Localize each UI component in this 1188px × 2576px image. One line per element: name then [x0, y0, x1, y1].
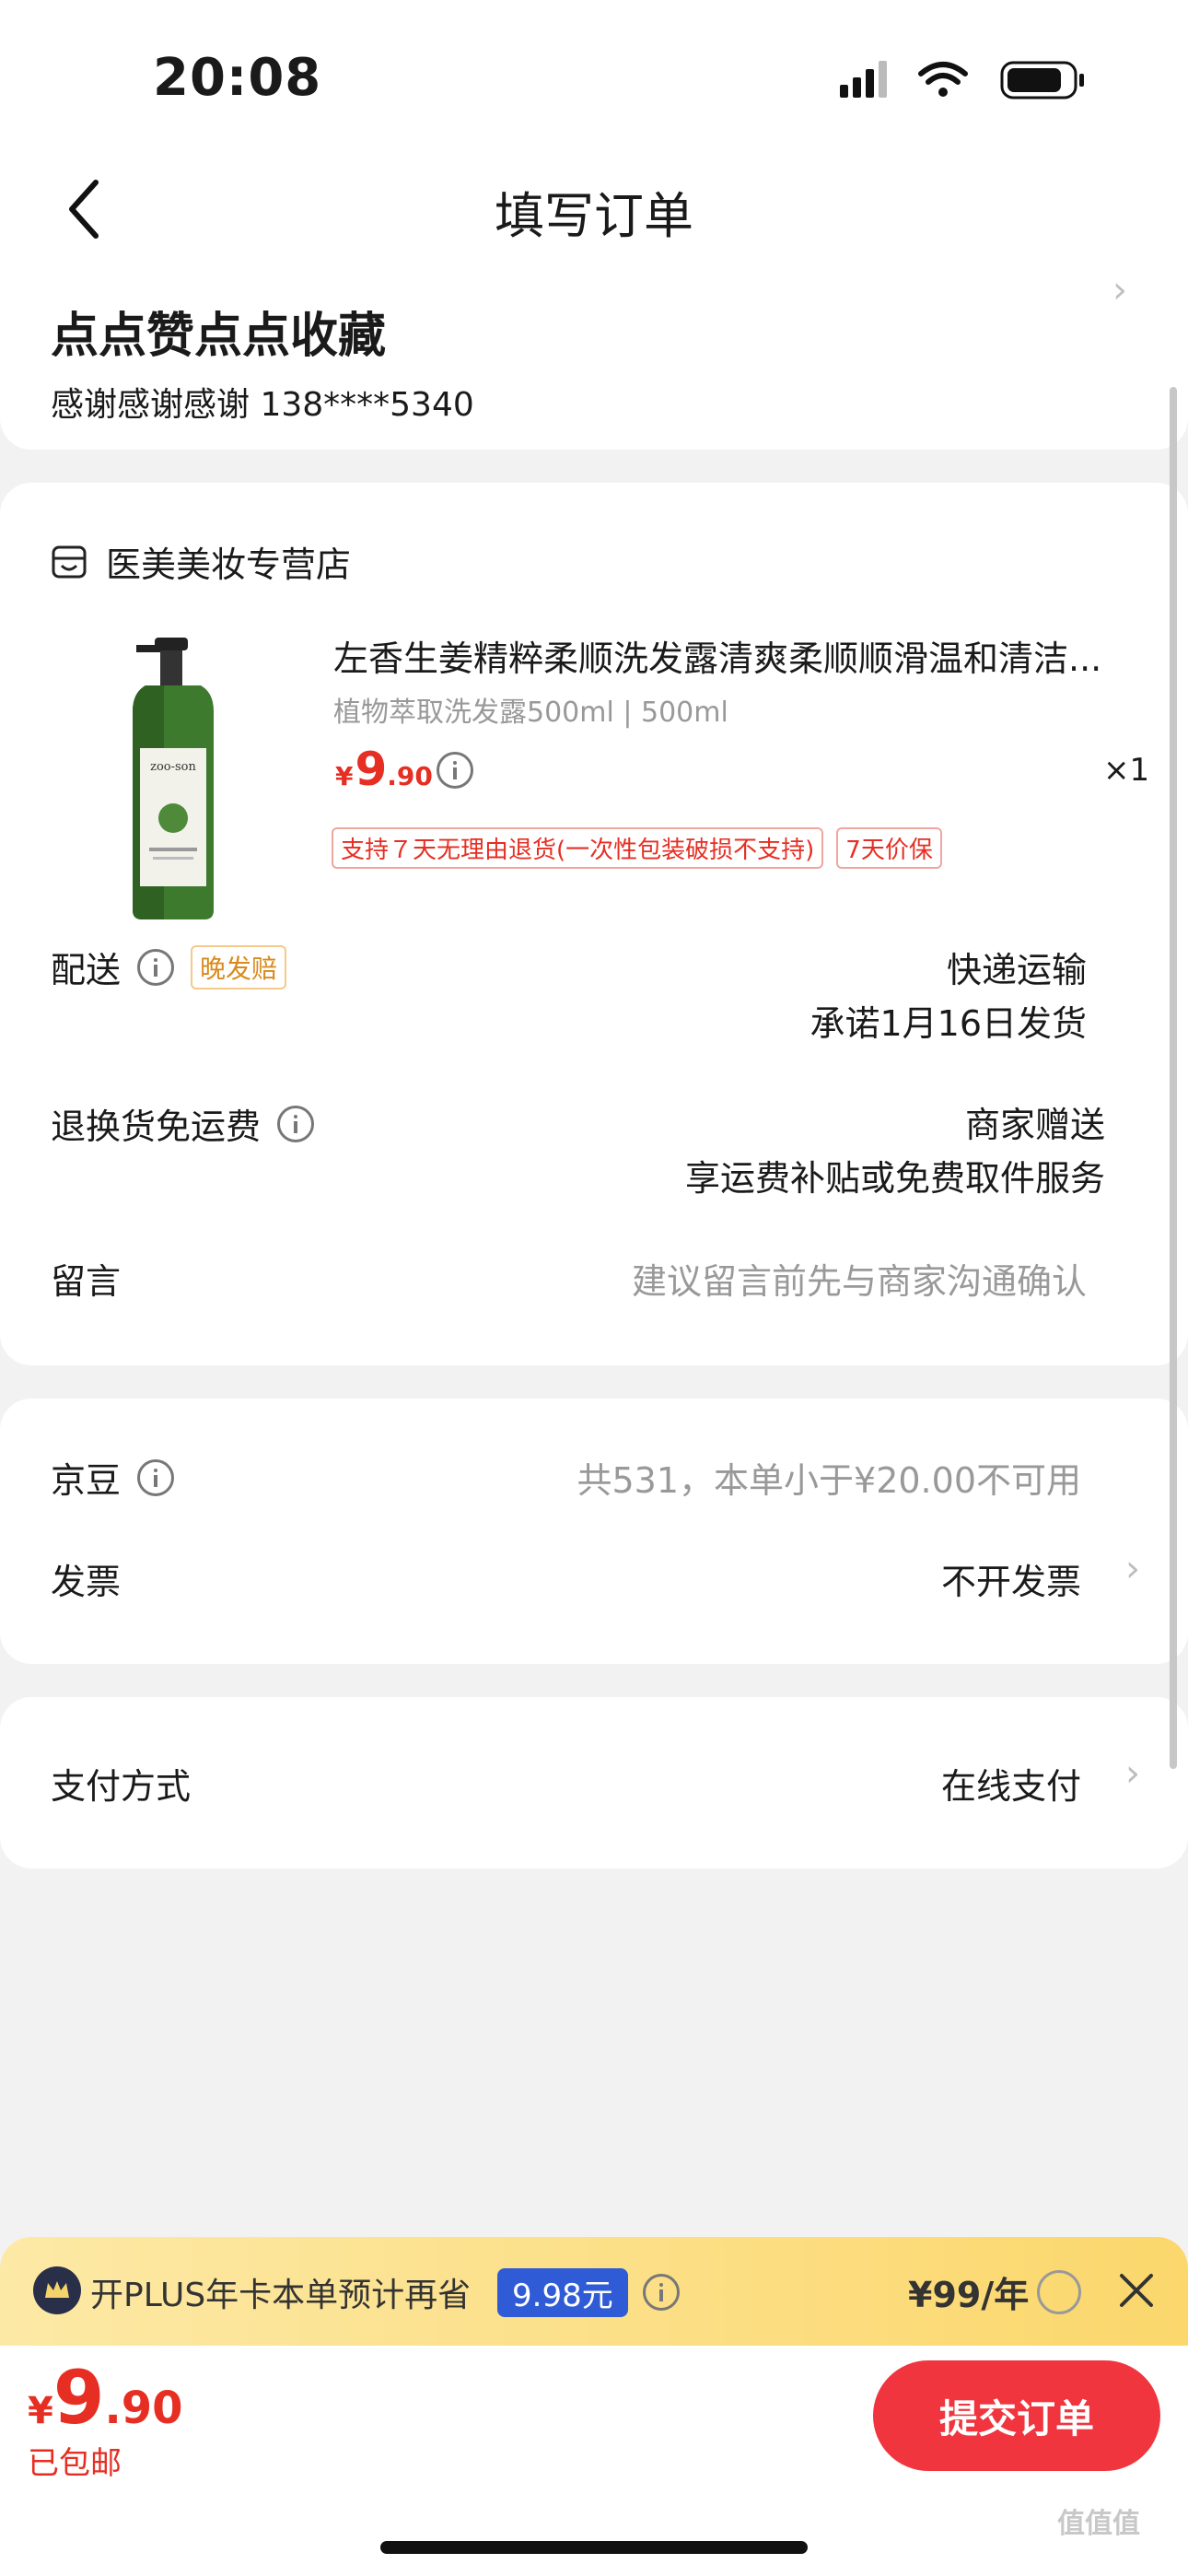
- shop-icon: [52, 545, 87, 578]
- chevron-right-icon: ›: [1112, 269, 1127, 311]
- price-protection-tag: 7天价保: [836, 827, 942, 869]
- return-shipping-detail: 享运费补贴或免费取件服务: [684, 1158, 1105, 1199]
- page-title: 填写订单: [495, 187, 693, 245]
- total-decimal: .90: [104, 2383, 183, 2434]
- shop-name: 医美美妆专营店: [106, 544, 352, 585]
- message-label: 留言: [51, 1261, 122, 1302]
- plus-select-radio[interactable]: [1037, 2270, 1081, 2314]
- product-price: ¥ 9 .90: [335, 743, 433, 796]
- total-integer: 9: [52, 2355, 105, 2441]
- address-contact: 感谢感谢感谢 138****5340: [51, 386, 474, 424]
- return-shipping-label: 退换货免运费: [51, 1107, 262, 1147]
- return-shipping-info-icon[interactable]: [277, 1105, 315, 1142]
- service-tags: 支持７天无理由退货(一次性包装破损不支持) 7天价保: [332, 827, 942, 869]
- plus-promo-bar[interactable]: 开PLUS年卡本单预计再省 9.98元 ¥99/年: [0, 2237, 1188, 2346]
- delivery-row: 配送 晚发赔: [51, 942, 287, 992]
- beans-info-icon[interactable]: [137, 1458, 175, 1496]
- checkout-bar: ¥ 9 .90 已包邮 提交订单: [0, 2346, 1188, 2576]
- product-image[interactable]: zoo-son: [118, 638, 238, 923]
- watermark: 值值值: [1057, 2508, 1140, 2540]
- beans-row: 京豆: [51, 1452, 175, 1503]
- status-icons: [840, 61, 1084, 100]
- address-name: 点点赞点点收藏: [51, 309, 387, 364]
- scrollbar[interactable]: [1170, 387, 1177, 1769]
- close-icon[interactable]: [1114, 2268, 1159, 2313]
- invoice-value[interactable]: 不开发票: [941, 1553, 1081, 1604]
- status-time: 20:08: [153, 48, 322, 108]
- price-integer: 9: [355, 743, 388, 796]
- shop-header[interactable]: 医美美妆专营店: [51, 536, 351, 587]
- price-decimal: .90: [387, 761, 433, 791]
- beans-invoice-card: 京豆 共531，本单小于¥20.00不可用 发票 不开发票 ›: [0, 1399, 1188, 1664]
- total-symbol: ¥: [28, 2390, 53, 2432]
- chevron-right-icon: ›: [1125, 1752, 1140, 1795]
- return-shipping-row: 退换货免运费: [51, 1098, 315, 1149]
- home-indicator[interactable]: [380, 2541, 808, 2554]
- delivery-method: 快递运输: [946, 950, 1087, 990]
- plus-save-badge: 9.98元: [497, 2268, 628, 2317]
- return-policy-tag: 支持７天无理由退货(一次性包装破损不支持): [332, 827, 824, 869]
- plus-promo-text: 开PLUS年卡本单预计再省: [90, 2277, 472, 2314]
- plus-logo-icon: [33, 2266, 81, 2314]
- price-symbol: ¥: [335, 761, 354, 791]
- total-price: ¥ 9 .90: [28, 2355, 183, 2441]
- late-compensation-tag: 晚发赔: [191, 944, 287, 989]
- product-quantity: ×1: [1103, 752, 1150, 789]
- delivery-info-icon[interactable]: [137, 948, 175, 986]
- beans-value: 共531，本单小于¥20.00不可用: [577, 1460, 1082, 1501]
- svg-text:zoo-son: zoo-son: [150, 760, 196, 774]
- product-title[interactable]: 左香生姜精粹柔顺洗发露清爽柔顺顺滑温和清洁...: [333, 630, 1144, 681]
- delivery-label: 配送: [51, 950, 122, 990]
- delivery-promise: 承诺1月16日发货: [809, 1003, 1087, 1044]
- payment-card[interactable]: 支付方式 在线支付 ›: [0, 1697, 1188, 1868]
- chevron-right-icon[interactable]: ›: [1125, 1548, 1140, 1590]
- shop-card: 医美美妆专营店 zoo-son 左香生姜精粹柔顺洗发露清爽柔顺顺滑温和清洁...…: [0, 483, 1188, 1365]
- message-input[interactable]: 建议留言前先与商家沟通确认: [632, 1253, 1087, 1304]
- plus-info-icon[interactable]: [643, 2274, 680, 2311]
- payment-value: 在线支付: [940, 1766, 1081, 1807]
- product-spec: 植物萃取洗发露500ml | 500ml: [333, 697, 728, 729]
- submit-order-button[interactable]: 提交订单: [873, 2360, 1160, 2471]
- price-info-icon[interactable]: [437, 752, 473, 789]
- payment-label: 支付方式: [51, 1766, 192, 1807]
- invoice-label: 发票: [51, 1562, 122, 1602]
- plus-price: ¥99/年: [908, 2275, 1030, 2315]
- address-card[interactable]: 点点赞点点收藏 感谢感谢感谢 138****5340 ›: [0, 249, 1188, 450]
- shipping-status: 已包邮: [28, 2445, 122, 2482]
- beans-label: 京豆: [51, 1460, 122, 1501]
- header: 20:08 填写订单: [0, 0, 1188, 267]
- return-shipping-value: 商家赠送: [964, 1105, 1105, 1145]
